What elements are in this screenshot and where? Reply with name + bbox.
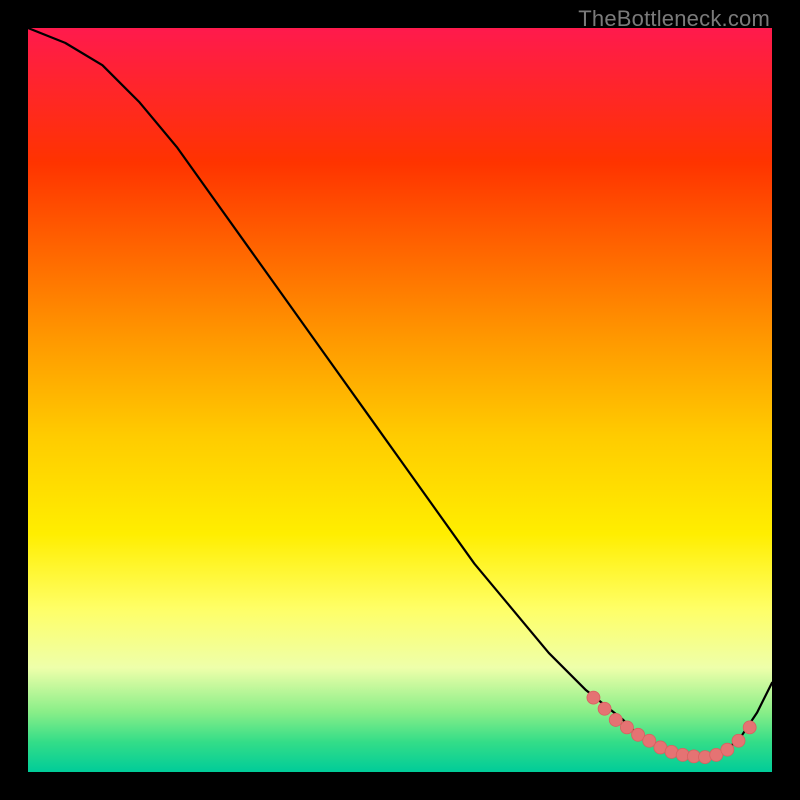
gradient-plot-area <box>28 28 772 772</box>
chart-frame: TheBottleneck.com <box>0 0 800 800</box>
